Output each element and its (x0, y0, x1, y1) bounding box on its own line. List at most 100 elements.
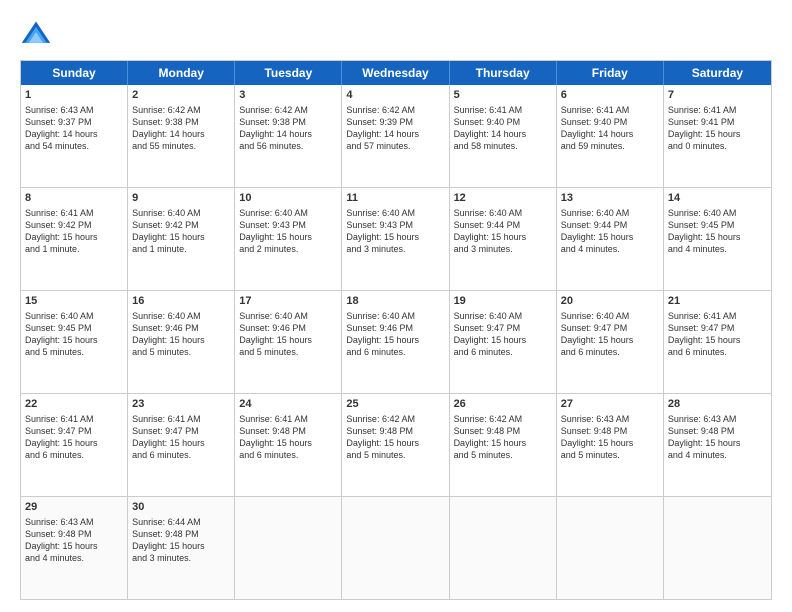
day-info-line: Sunrise: 6:40 AM (346, 207, 444, 219)
day-number: 11 (346, 191, 444, 206)
day-number: 13 (561, 191, 659, 206)
day-info-line: Sunset: 9:43 PM (346, 219, 444, 231)
day-number: 25 (346, 397, 444, 412)
calendar-cell: 26Sunrise: 6:42 AMSunset: 9:48 PMDayligh… (450, 394, 557, 496)
calendar-row: 22Sunrise: 6:41 AMSunset: 9:47 PMDayligh… (21, 393, 771, 496)
day-info-line: Daylight: 15 hours (561, 231, 659, 243)
day-info-line: Daylight: 15 hours (239, 334, 337, 346)
header-cell-monday: Monday (128, 61, 235, 85)
day-number: 3 (239, 88, 337, 103)
day-info-line: Sunrise: 6:41 AM (668, 310, 767, 322)
day-info-line: Sunrise: 6:43 AM (668, 413, 767, 425)
day-info-line: Daylight: 15 hours (668, 231, 767, 243)
day-info-line: and 5 minutes. (454, 449, 552, 461)
day-info-line: Daylight: 15 hours (25, 231, 123, 243)
day-number: 21 (668, 294, 767, 309)
day-info-line: and 5 minutes. (25, 346, 123, 358)
day-info-line: Daylight: 15 hours (132, 540, 230, 552)
day-number: 26 (454, 397, 552, 412)
day-number: 29 (25, 500, 123, 515)
calendar-cell: 1Sunrise: 6:43 AMSunset: 9:37 PMDaylight… (21, 85, 128, 187)
calendar-row: 8Sunrise: 6:41 AMSunset: 9:42 PMDaylight… (21, 187, 771, 290)
calendar-body: 1Sunrise: 6:43 AMSunset: 9:37 PMDaylight… (21, 85, 771, 599)
day-info-line: Daylight: 15 hours (25, 540, 123, 552)
calendar-cell: 2Sunrise: 6:42 AMSunset: 9:38 PMDaylight… (128, 85, 235, 187)
day-info-line: Sunset: 9:37 PM (25, 116, 123, 128)
day-info-line: Sunrise: 6:43 AM (25, 516, 123, 528)
calendar-cell: 11Sunrise: 6:40 AMSunset: 9:43 PMDayligh… (342, 188, 449, 290)
day-info-line: and 54 minutes. (25, 140, 123, 152)
day-info-line: Sunrise: 6:41 AM (454, 104, 552, 116)
day-info-line: Sunrise: 6:40 AM (561, 310, 659, 322)
day-info-line: and 57 minutes. (346, 140, 444, 152)
day-number: 12 (454, 191, 552, 206)
calendar-cell: 17Sunrise: 6:40 AMSunset: 9:46 PMDayligh… (235, 291, 342, 393)
calendar-cell: 25Sunrise: 6:42 AMSunset: 9:48 PMDayligh… (342, 394, 449, 496)
day-number: 19 (454, 294, 552, 309)
calendar-cell (664, 497, 771, 599)
header-cell-thursday: Thursday (450, 61, 557, 85)
day-number: 5 (454, 88, 552, 103)
day-info-line: Daylight: 15 hours (346, 231, 444, 243)
day-info-line: Sunrise: 6:42 AM (454, 413, 552, 425)
day-info-line: Daylight: 15 hours (239, 231, 337, 243)
day-info-line: and 5 minutes. (132, 346, 230, 358)
calendar-cell (235, 497, 342, 599)
day-info-line: Sunrise: 6:41 AM (561, 104, 659, 116)
day-info-line: and 4 minutes. (668, 449, 767, 461)
calendar-cell: 23Sunrise: 6:41 AMSunset: 9:47 PMDayligh… (128, 394, 235, 496)
calendar-cell: 3Sunrise: 6:42 AMSunset: 9:38 PMDaylight… (235, 85, 342, 187)
day-info-line: Daylight: 14 hours (239, 128, 337, 140)
day-info-line: Daylight: 15 hours (25, 334, 123, 346)
calendar-cell: 6Sunrise: 6:41 AMSunset: 9:40 PMDaylight… (557, 85, 664, 187)
day-info-line: Sunset: 9:43 PM (239, 219, 337, 231)
day-info-line: Daylight: 15 hours (454, 437, 552, 449)
header-cell-friday: Friday (557, 61, 664, 85)
day-info-line: Sunrise: 6:42 AM (346, 413, 444, 425)
calendar-cell: 4Sunrise: 6:42 AMSunset: 9:39 PMDaylight… (342, 85, 449, 187)
calendar: SundayMondayTuesdayWednesdayThursdayFrid… (20, 60, 772, 600)
day-info-line: Sunrise: 6:42 AM (239, 104, 337, 116)
day-number: 14 (668, 191, 767, 206)
header-cell-sunday: Sunday (21, 61, 128, 85)
day-number: 10 (239, 191, 337, 206)
day-info-line: Sunset: 9:42 PM (25, 219, 123, 231)
day-info-line: Daylight: 15 hours (239, 437, 337, 449)
day-number: 2 (132, 88, 230, 103)
day-info-line: Daylight: 15 hours (561, 334, 659, 346)
calendar-cell: 9Sunrise: 6:40 AMSunset: 9:42 PMDaylight… (128, 188, 235, 290)
day-info-line: Sunrise: 6:44 AM (132, 516, 230, 528)
day-info-line: and 6 minutes. (25, 449, 123, 461)
calendar-cell (557, 497, 664, 599)
day-info-line: Daylight: 14 hours (132, 128, 230, 140)
day-info-line: Sunset: 9:48 PM (239, 425, 337, 437)
day-number: 24 (239, 397, 337, 412)
day-info-line: Sunset: 9:47 PM (668, 322, 767, 334)
calendar-cell: 24Sunrise: 6:41 AMSunset: 9:48 PMDayligh… (235, 394, 342, 496)
day-info-line: Sunrise: 6:41 AM (25, 207, 123, 219)
day-number: 22 (25, 397, 123, 412)
day-info-line: Sunrise: 6:42 AM (346, 104, 444, 116)
header-cell-tuesday: Tuesday (235, 61, 342, 85)
day-info-line: Sunset: 9:48 PM (132, 528, 230, 540)
day-info-line: Sunrise: 6:41 AM (668, 104, 767, 116)
day-info-line: and 0 minutes. (668, 140, 767, 152)
day-info-line: and 5 minutes. (561, 449, 659, 461)
day-info-line: Sunset: 9:40 PM (454, 116, 552, 128)
day-info-line: and 1 minute. (132, 243, 230, 255)
day-info-line: and 6 minutes. (668, 346, 767, 358)
day-info-line: Sunset: 9:38 PM (239, 116, 337, 128)
day-info-line: Sunset: 9:39 PM (346, 116, 444, 128)
calendar-cell: 15Sunrise: 6:40 AMSunset: 9:45 PMDayligh… (21, 291, 128, 393)
day-info-line: Daylight: 15 hours (132, 231, 230, 243)
calendar-cell: 28Sunrise: 6:43 AMSunset: 9:48 PMDayligh… (664, 394, 771, 496)
day-info-line: Sunset: 9:47 PM (561, 322, 659, 334)
day-info-line: Daylight: 15 hours (668, 437, 767, 449)
day-number: 4 (346, 88, 444, 103)
day-info-line: Sunrise: 6:40 AM (454, 310, 552, 322)
day-info-line: Sunset: 9:44 PM (561, 219, 659, 231)
day-info-line: Daylight: 15 hours (561, 437, 659, 449)
day-number: 27 (561, 397, 659, 412)
day-info-line: and 6 minutes. (132, 449, 230, 461)
calendar-cell: 18Sunrise: 6:40 AMSunset: 9:46 PMDayligh… (342, 291, 449, 393)
